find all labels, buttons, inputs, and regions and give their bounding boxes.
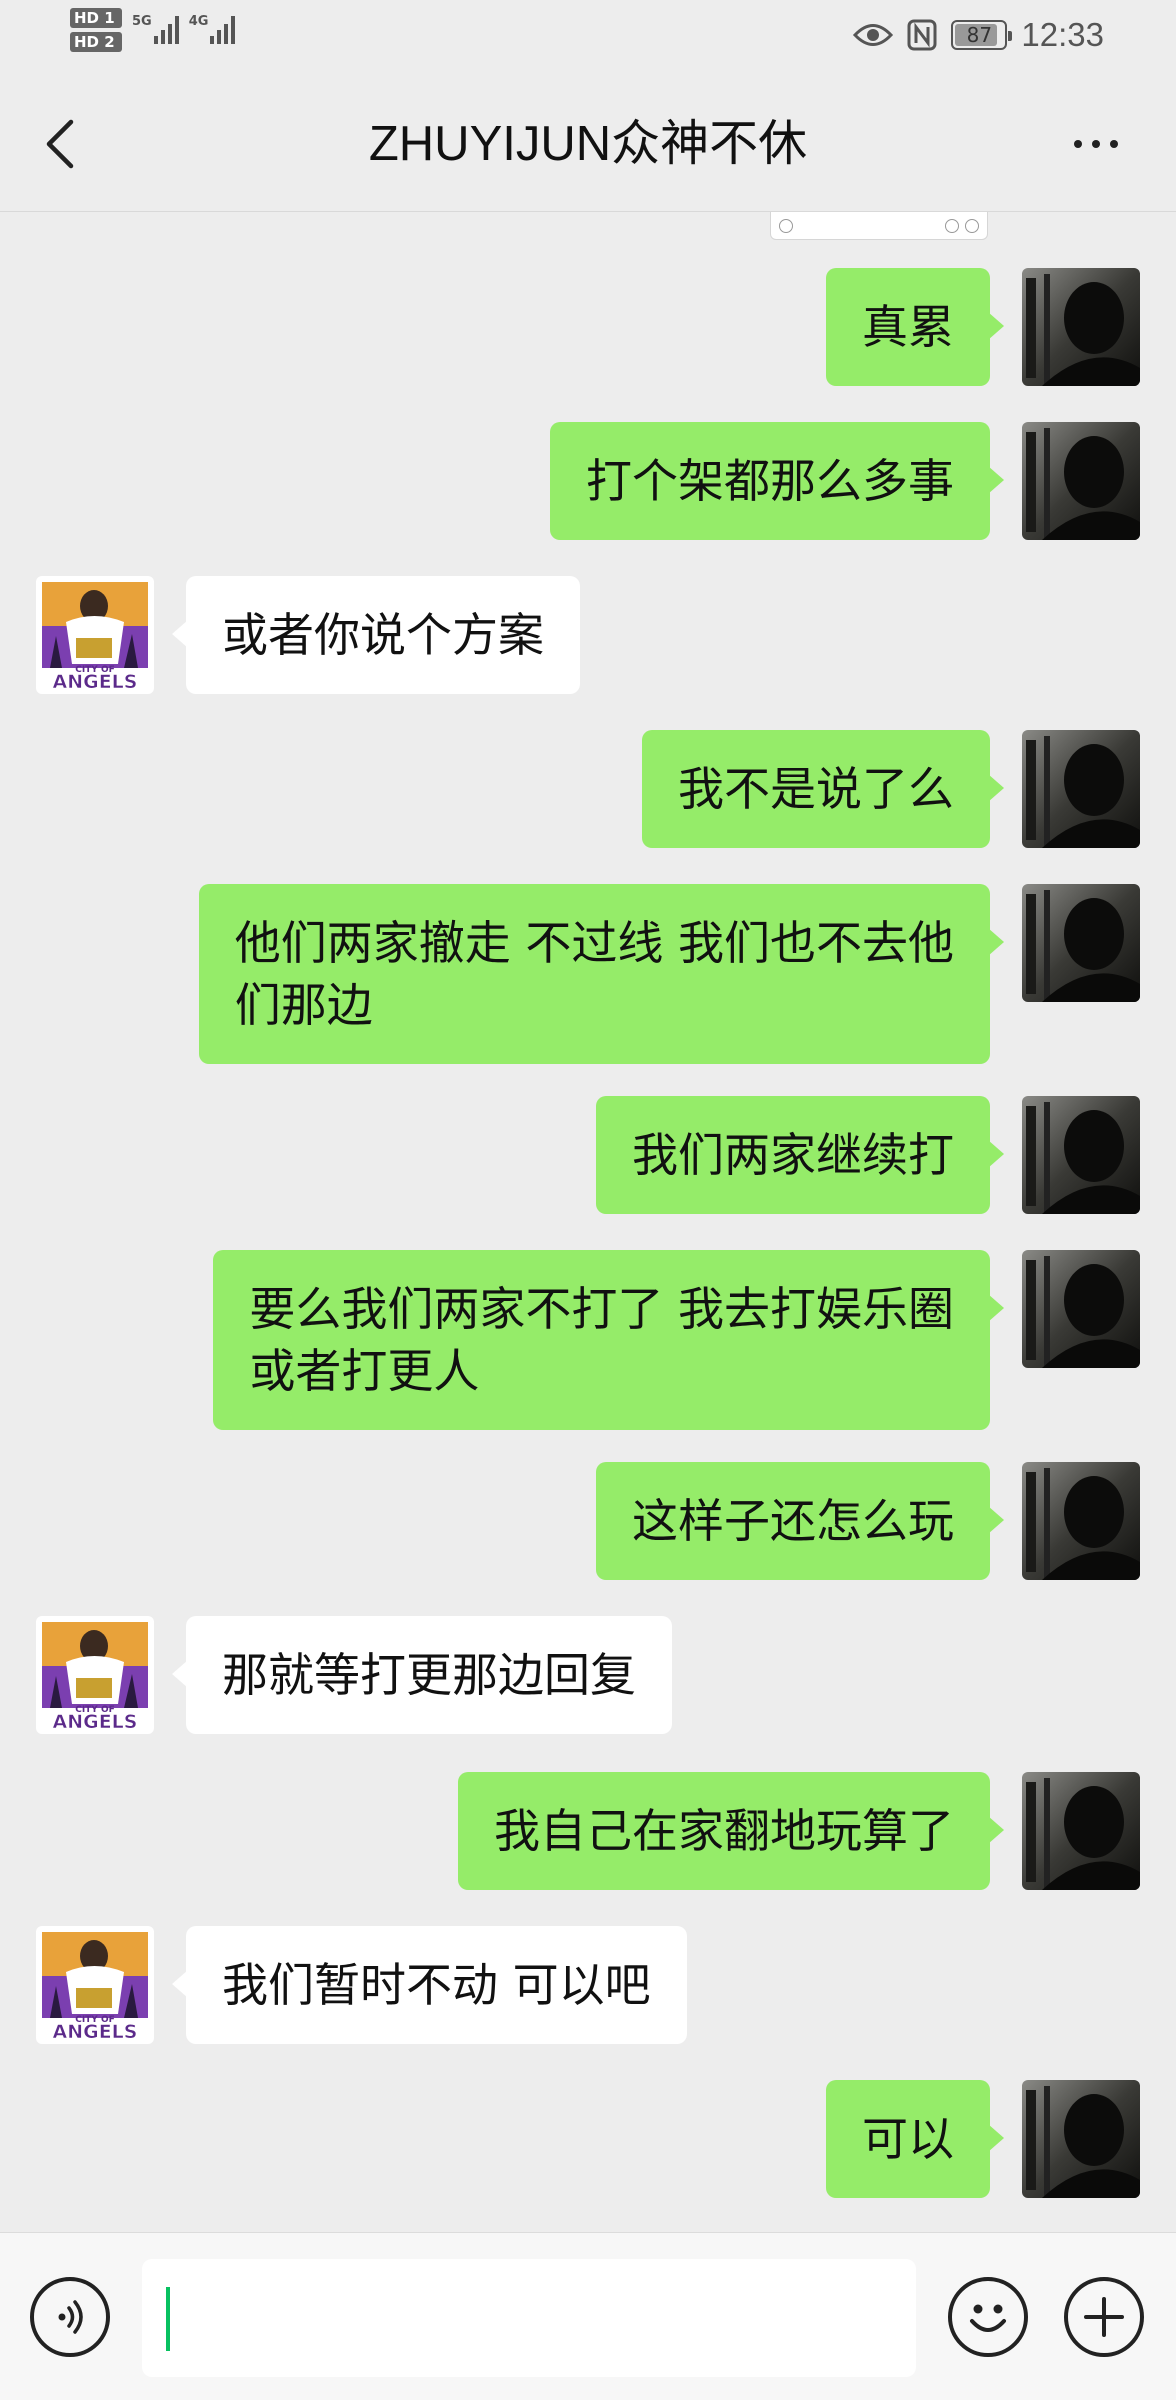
contact-avatar[interactable]: CITY OF ANGELS [36, 1616, 154, 1734]
message-bubble[interactable]: 真累 [826, 268, 1004, 386]
my-avatar[interactable] [1022, 730, 1140, 848]
emoji-button[interactable] [948, 2277, 1028, 2357]
svg-text:ANGELS: ANGELS [53, 2021, 138, 2043]
message-bubble[interactable]: 那就等打更那边回复 [172, 1616, 672, 1734]
emoji-icon [970, 2304, 1006, 2332]
voice-button[interactable] [30, 2277, 110, 2357]
battery-icon: 87 [951, 20, 1013, 50]
contact-avatar[interactable]: CITY OF ANGELS [36, 576, 154, 694]
my-avatar[interactable] [1022, 1772, 1140, 1890]
nfc-icon [907, 19, 937, 51]
message-bubble[interactable]: 他们两家撤走 不过线 我们也不去他 们那边 [198, 884, 1005, 1064]
message-bubble[interactable]: 可以 [826, 2080, 1004, 2198]
more-button[interactable] [1056, 120, 1136, 168]
input-bar [0, 2232, 1176, 2400]
signal-bars-icon [210, 14, 236, 44]
message-bubble[interactable]: 我们两家继续打 [596, 1096, 1004, 1214]
message-list[interactable]: 真累 打个架都那么多事 CITY OF ANGELS 或者你说个方案 我不是说了么 他们两家… [0, 212, 1176, 2232]
message-bubble[interactable]: 我自己在家翻地玩算了 [458, 1772, 1004, 1890]
my-avatar[interactable] [1022, 422, 1140, 540]
signal-bars-icon [153, 14, 179, 44]
my-avatar[interactable] [1022, 268, 1140, 386]
sim2-badge: HD 2 [70, 32, 122, 52]
message-bubble[interactable]: 这样子还怎么玩 [596, 1462, 1004, 1580]
my-avatar[interactable] [1022, 2080, 1140, 2198]
message-bubble[interactable]: 我不是说了么 [642, 730, 1004, 848]
more-dots-icon [1074, 140, 1082, 148]
message-bubble[interactable]: 打个架都那么多事 [550, 422, 1004, 540]
plus-button[interactable] [1064, 2277, 1144, 2357]
contact-avatar[interactable]: CITY OF ANGELS [36, 1926, 154, 2044]
partial-message-card[interactable] [770, 212, 988, 240]
my-avatar[interactable] [1022, 1096, 1140, 1214]
battery-level: 87 [966, 23, 993, 47]
clock: 12:33 [1021, 16, 1104, 53]
my-avatar[interactable] [1022, 884, 1140, 1002]
message-bubble[interactable]: 或者你说个方案 [172, 576, 580, 694]
network-label-5g: 5G [132, 14, 152, 29]
svg-text:ANGELS: ANGELS [53, 671, 138, 693]
voice-icon [58, 2300, 83, 2334]
message-input[interactable] [142, 2259, 916, 2377]
status-bar: HD 1 HD 2 5G 4G 87 12:33 [0, 0, 1176, 76]
network-label-4g: 4G [188, 14, 209, 29]
message-bubble[interactable]: 要么我们两家不打了 我去打娱乐圈 或者打更人 [213, 1250, 1004, 1430]
chat-header: ZHUYIJUN众神不休 [0, 76, 1176, 212]
my-avatar[interactable] [1022, 1250, 1140, 1368]
svg-text:ANGELS: ANGELS [53, 1711, 138, 1733]
signal-4g: 4G [189, 14, 236, 44]
sim1-badge: HD 1 [70, 8, 122, 28]
plus-icon [1084, 2297, 1124, 2337]
signal-area: HD 1 HD 2 5G 4G [70, 8, 236, 52]
message-bubble[interactable]: 我们暂时不动 可以吧 [172, 1926, 687, 2044]
eye-icon [853, 22, 894, 48]
chat-title: ZHUYIJUN众神不休 [368, 117, 808, 171]
text-caret [166, 2287, 170, 2351]
signal-5g: 5G [132, 14, 179, 44]
my-avatar[interactable] [1022, 1462, 1140, 1580]
